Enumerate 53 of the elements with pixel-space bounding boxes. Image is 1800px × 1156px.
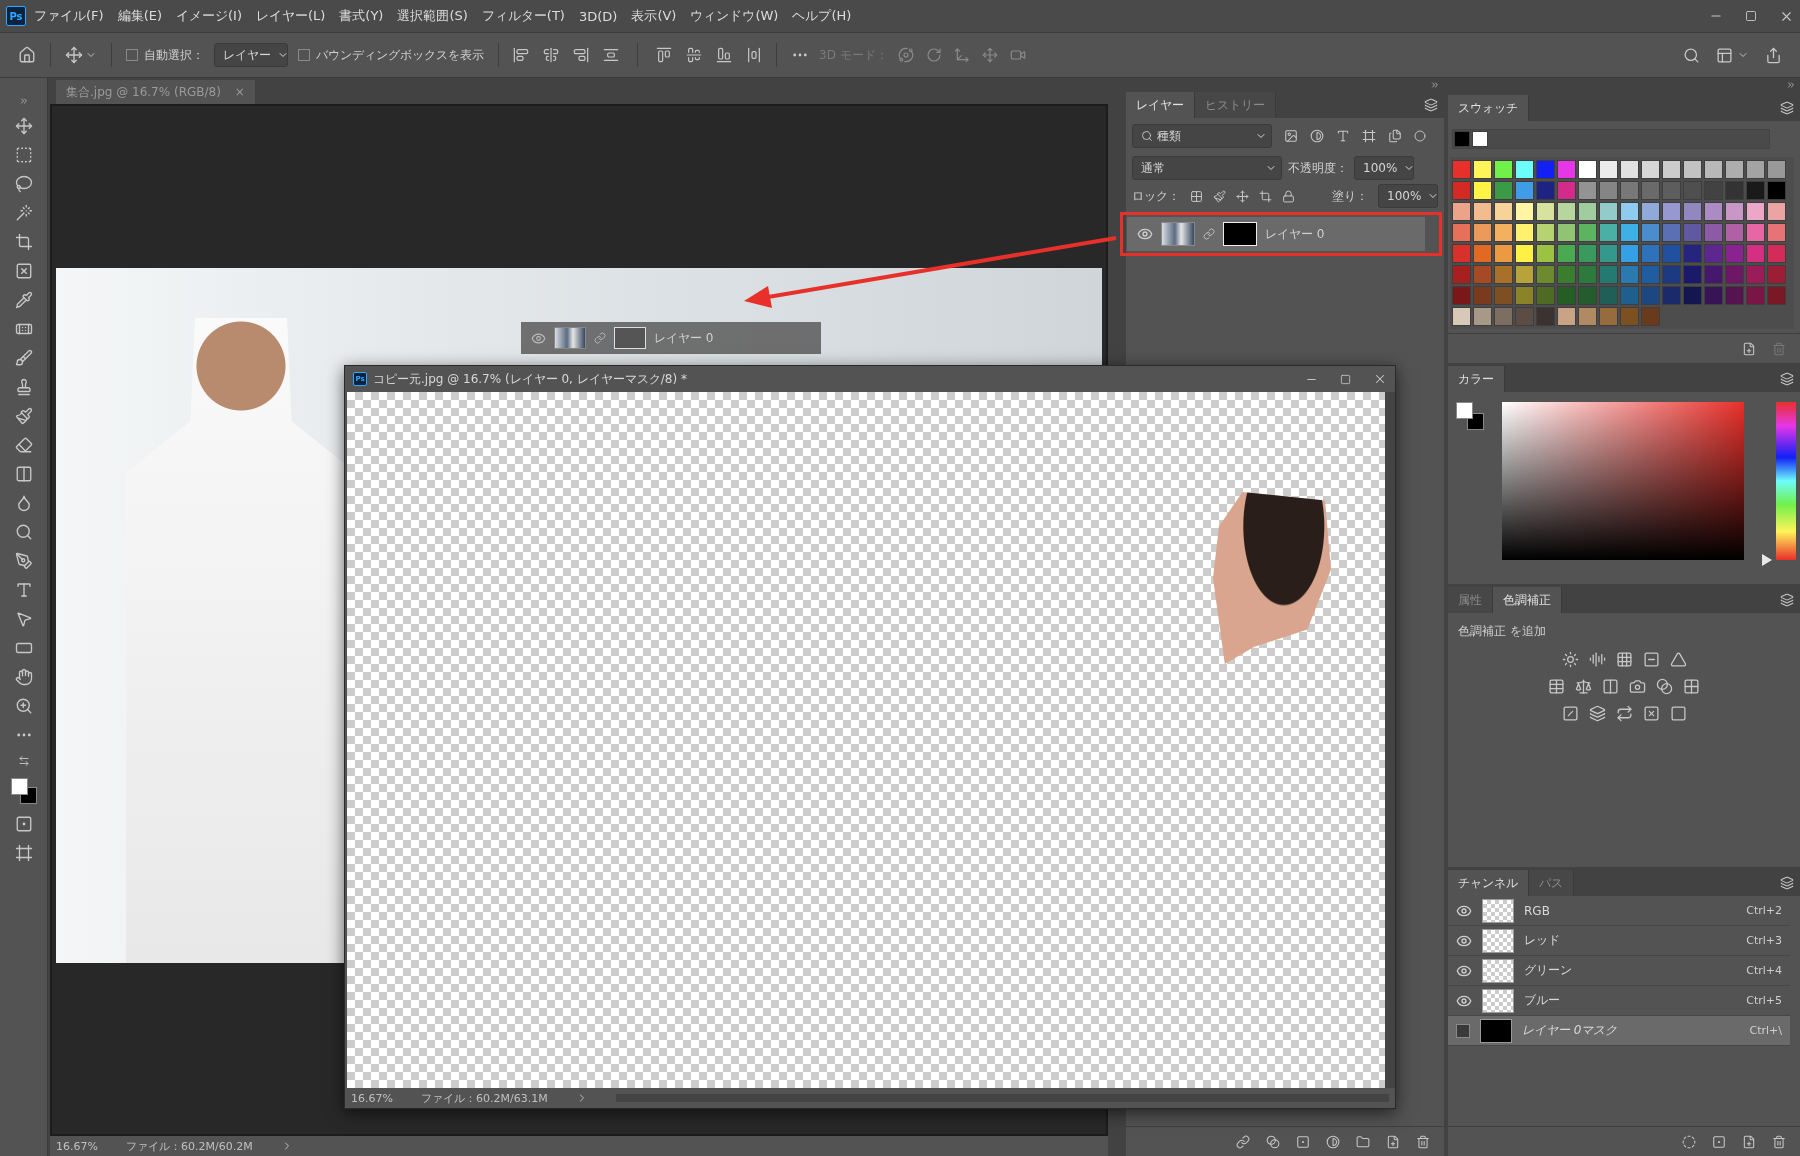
- menu-item[interactable]: レイヤー(L): [249, 7, 332, 25]
- opacity-label: 不透明度：: [1288, 159, 1348, 177]
- menu-item[interactable]: イメージ(I): [170, 7, 248, 25]
- lock-label: ロック：: [1132, 187, 1180, 205]
- channel-row[interactable]: RGB Ctrl+2: [1448, 896, 1790, 926]
- app-logo: Ps: [6, 6, 26, 26]
- shortcut-label: Ctrl+5: [1746, 994, 1782, 1007]
- menu-item[interactable]: 3D(D): [572, 8, 624, 24]
- menu-item[interactable]: ウィンドウ(W): [684, 7, 785, 25]
- panel-tab[interactable]: レイヤー: [1126, 92, 1195, 118]
- shortcut-label: Ctrl+\: [1749, 1024, 1782, 1037]
- channel-name: レッド: [1524, 932, 1561, 949]
- opacity-field[interactable]: 100%: [1354, 156, 1414, 180]
- tab-title: 集合.jpg @ 16.7% (RGB/8): [66, 83, 221, 101]
- shortcut-label: Ctrl+4: [1746, 964, 1782, 977]
- filter-dropdown[interactable]: 種類: [1132, 124, 1272, 148]
- channel-name: レイヤー 0マスク: [1522, 1022, 1619, 1039]
- zoom-level: 16.67%: [56, 1139, 98, 1153]
- menu-item[interactable]: 編集(E): [111, 7, 168, 25]
- panel-tab[interactable]: 色調補正: [1493, 587, 1562, 613]
- channel-name: ブルー: [1524, 992, 1561, 1009]
- shortcut-label: Ctrl+3: [1746, 934, 1782, 947]
- channel-name: グリーン: [1524, 962, 1573, 979]
- menu-item[interactable]: ヘルプ(H): [786, 7, 858, 25]
- layer-name: レイヤー 0: [654, 329, 714, 347]
- layer-row[interactable]: レイヤー 0: [1127, 217, 1425, 251]
- fill-label: 塗り：: [1332, 187, 1368, 205]
- fill-field[interactable]: 100%: [1378, 184, 1438, 208]
- file-size: ファイル：60.2M/63.1M: [420, 1090, 548, 1106]
- shortcut-label: Ctrl+2: [1746, 904, 1782, 917]
- channel-name: RGB: [1524, 903, 1551, 918]
- menu-item[interactable]: 表示(V): [625, 7, 683, 25]
- channel-row[interactable]: レイヤー 0マスク Ctrl+\: [1448, 1016, 1790, 1046]
- filter-label: 種類: [1157, 127, 1181, 145]
- panel-tab[interactable]: カラー: [1448, 366, 1505, 392]
- menu-item[interactable]: ファイル(F): [28, 7, 110, 25]
- target-dropdown[interactable]: レイヤー: [214, 43, 288, 67]
- zoom-level: 16.67%: [351, 1091, 393, 1105]
- menu-item[interactable]: 選択範囲(S): [391, 7, 474, 25]
- window-title: コピー元.jpg @ 16.7% (レイヤー 0, レイヤーマスク/8) *: [373, 370, 687, 388]
- channel-row[interactable]: ブルー Ctrl+5: [1448, 986, 1790, 1016]
- file-size: ファイル：60.2M/60.2M: [125, 1138, 253, 1154]
- layer-name: レイヤー 0: [1265, 225, 1325, 243]
- menu-item[interactable]: フィルター(T): [475, 7, 571, 25]
- panel-tab[interactable]: チャンネル: [1448, 870, 1529, 896]
- channel-row[interactable]: グリーン Ctrl+4: [1448, 956, 1790, 986]
- channel-row[interactable]: レッド Ctrl+3: [1448, 926, 1790, 956]
- panel-tab[interactable]: スウォッチ: [1448, 95, 1529, 121]
- blend-mode-dropdown[interactable]: 通常: [1132, 156, 1282, 180]
- menu-item[interactable]: 書式(Y): [333, 7, 390, 25]
- checkbox-label: 自動選択：: [144, 46, 204, 64]
- panel-heading: 色調補正 を追加: [1457, 623, 1547, 640]
- checkbox-label: バウンディングボックスを表示: [316, 46, 484, 64]
